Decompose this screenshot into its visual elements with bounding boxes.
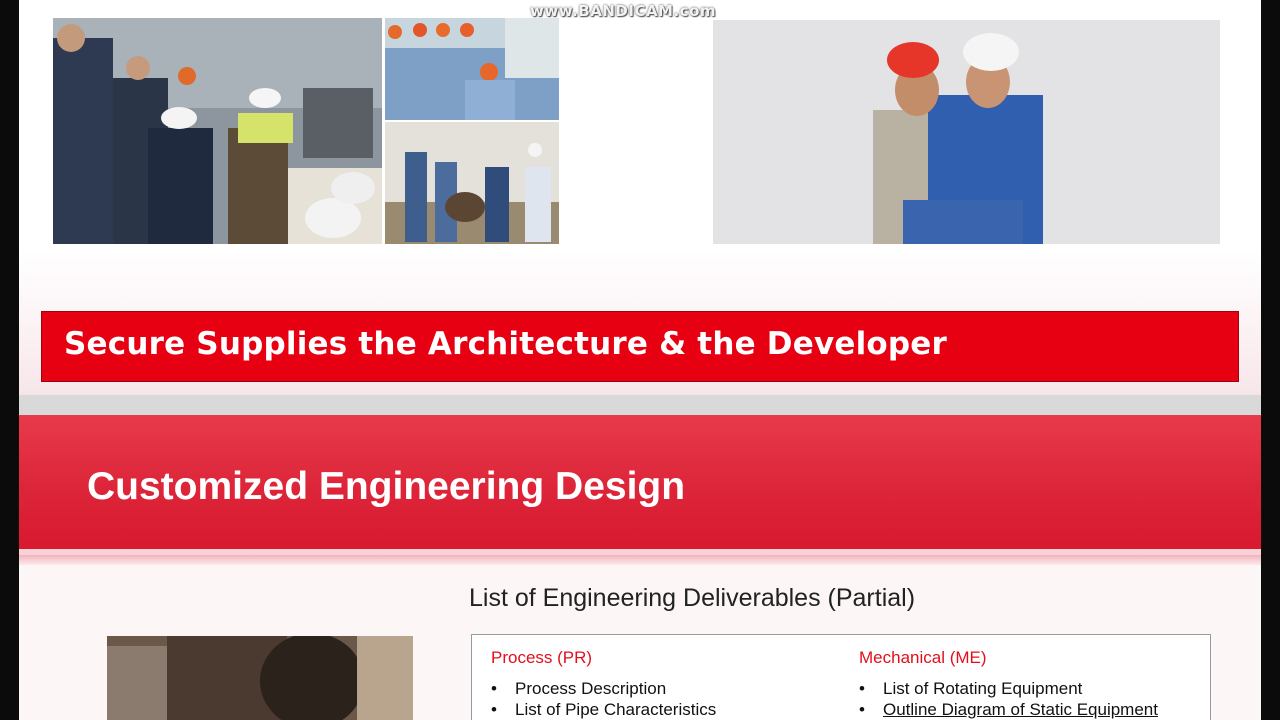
band-underline-shadow — [19, 555, 1261, 565]
left-letterbox — [0, 0, 19, 720]
tagline-text: Secure Supplies the Architecture & the D… — [64, 326, 948, 362]
section-title: Customized Engineering Design — [87, 465, 686, 508]
deliverables-table: Process (PR) Process Description List of… — [471, 634, 1211, 720]
column-title-process: Process (PR) — [491, 648, 593, 667]
deliverables-title: List of Engineering Deliverables (Partia… — [469, 584, 916, 612]
list-item: List of Rotating Equipment — [859, 678, 1158, 699]
top-section: www.BANDICAM.com Secure Supplies the Arc… — [19, 0, 1261, 395]
list-item: Process Description — [491, 678, 716, 699]
list-item: List of Pipe Characteristics — [491, 699, 716, 720]
slide: www.BANDICAM.com Secure Supplies the Arc… — [19, 0, 1261, 720]
photo-engineers-panel — [385, 18, 559, 120]
column-title-mechanical: Mechanical (ME) — [859, 648, 987, 667]
photo-field-crew — [385, 122, 559, 244]
photo-control-room-team — [53, 18, 382, 244]
recorder-watermark: www.BANDICAM.com — [530, 2, 717, 20]
section-header-band: Customized Engineering Design — [19, 415, 1261, 549]
tagline-banner: Secure Supplies the Architecture & the D… — [41, 311, 1239, 382]
process-list: Process Description List of Pipe Charact… — [491, 678, 716, 720]
mechanical-list: List of Rotating Equipment Outline Diagr… — [859, 678, 1158, 720]
list-item-link[interactable]: Outline Diagram of Static Equipment — [859, 699, 1158, 720]
photo-office-worker — [107, 636, 413, 720]
photo-two-workers — [713, 20, 1220, 244]
right-letterbox — [1261, 0, 1280, 720]
section-divider — [19, 395, 1261, 415]
